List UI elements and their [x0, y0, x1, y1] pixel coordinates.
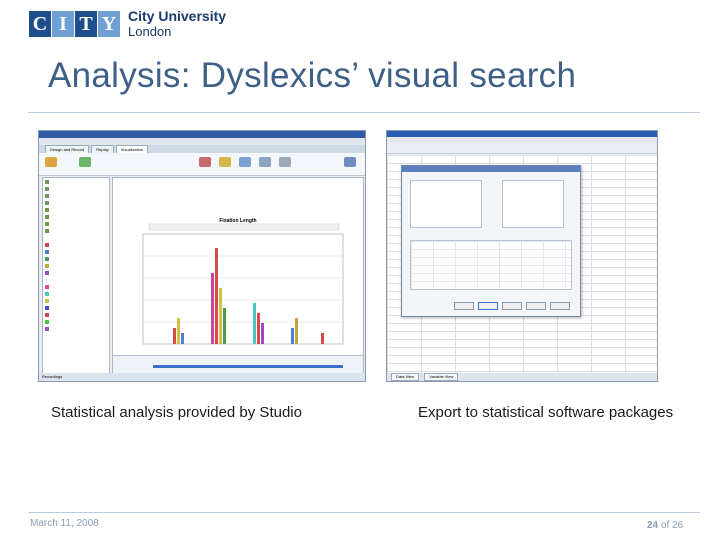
list-item — [45, 249, 107, 255]
list-item — [45, 207, 107, 213]
studio-timeline — [113, 355, 363, 374]
slide-title: Analysis: Dyslexics’ visual search — [48, 56, 577, 95]
title-divider — [28, 112, 700, 113]
plot-area — [142, 233, 344, 345]
page-current: 24 — [647, 520, 659, 531]
list-item — [45, 263, 107, 269]
caption-studio: Statistical analysis provided by Studio — [51, 404, 302, 421]
list-item — [45, 242, 107, 248]
list-item — [45, 326, 107, 332]
caption-export: Export to statistical software packages — [418, 404, 674, 421]
cancel-button — [526, 302, 546, 310]
text-qualifier-options — [502, 180, 564, 228]
page-total: of 26 — [660, 520, 684, 531]
studio-recordings-panel — [42, 177, 110, 375]
next-button — [478, 302, 498, 310]
back-button — [454, 302, 474, 310]
studio-tab-design: Design and Record — [45, 145, 90, 153]
toolbar-icon — [239, 157, 251, 167]
timeline-track — [153, 365, 343, 368]
dialog-buttons — [454, 302, 570, 310]
list-item — [45, 319, 107, 325]
tab-variable-view: Variable View — [424, 373, 459, 381]
spss-toolbar — [387, 143, 657, 154]
studio-titlebar — [39, 131, 365, 138]
list-item — [45, 214, 107, 220]
logo-letter-t: T — [75, 11, 97, 37]
logo-letter-c: C — [29, 11, 51, 37]
list-item — [45, 312, 107, 318]
logo-letter-y: Y — [98, 11, 120, 37]
list-item — [45, 200, 107, 206]
studio-statusbar: Recordings — [39, 373, 365, 381]
finish-button — [502, 302, 522, 310]
studio-tab-visualization: Visualization — [115, 145, 149, 153]
studio-menubar — [39, 138, 365, 145]
city-university-logo: C I T Y City University London — [29, 9, 226, 39]
logo-blocks: C I T Y — [29, 11, 120, 37]
list-item — [45, 284, 107, 290]
studio-screenshot: Design and Record Replay Visualization F… — [38, 130, 366, 382]
studio-toolbar — [39, 153, 365, 176]
logo-wordmark: City University London — [128, 8, 227, 40]
footer-divider — [28, 512, 700, 513]
list-item — [45, 228, 107, 234]
list-item — [45, 256, 107, 262]
list-item — [45, 193, 107, 199]
chart-legend — [148, 223, 340, 231]
logo-line-1: City University — [128, 8, 227, 24]
page-number: 24 of 26 — [647, 520, 683, 531]
fixation-length-chart — [142, 223, 344, 345]
studio-tabs: Design and Record Replay Visualization — [39, 145, 365, 153]
toolbar-icon — [45, 157, 57, 167]
studio-tab-replay: Replay — [91, 145, 114, 153]
tab-data-view: Data View — [391, 373, 420, 381]
spss-screenshot: Data View Variable View — [386, 130, 658, 382]
list-item — [45, 305, 107, 311]
footer-date: March 11, 2008 — [30, 518, 99, 529]
logo-line-2: London — [128, 24, 172, 39]
list-item — [45, 179, 107, 185]
toolbar-icon — [344, 157, 356, 167]
list-item — [45, 291, 107, 297]
list-item — [45, 298, 107, 304]
toolbar-icon — [199, 157, 211, 167]
list-item — [45, 270, 107, 276]
data-preview-table — [410, 240, 572, 290]
list-item — [45, 221, 107, 227]
toolbar-icon — [259, 157, 271, 167]
studio-statistics-pane: Fixation Length — [112, 177, 364, 375]
delimiter-options — [410, 180, 482, 228]
toolbar-icon — [219, 157, 231, 167]
list-item — [45, 186, 107, 192]
text-import-wizard-dialog — [401, 165, 581, 317]
spss-view-tabs: Data View Variable View — [387, 373, 657, 381]
help-button — [550, 302, 570, 310]
toolbar-icon — [79, 157, 91, 167]
logo-letter-i: I — [52, 11, 74, 37]
toolbar-icon — [279, 157, 291, 167]
dialog-titlebar — [402, 166, 580, 172]
